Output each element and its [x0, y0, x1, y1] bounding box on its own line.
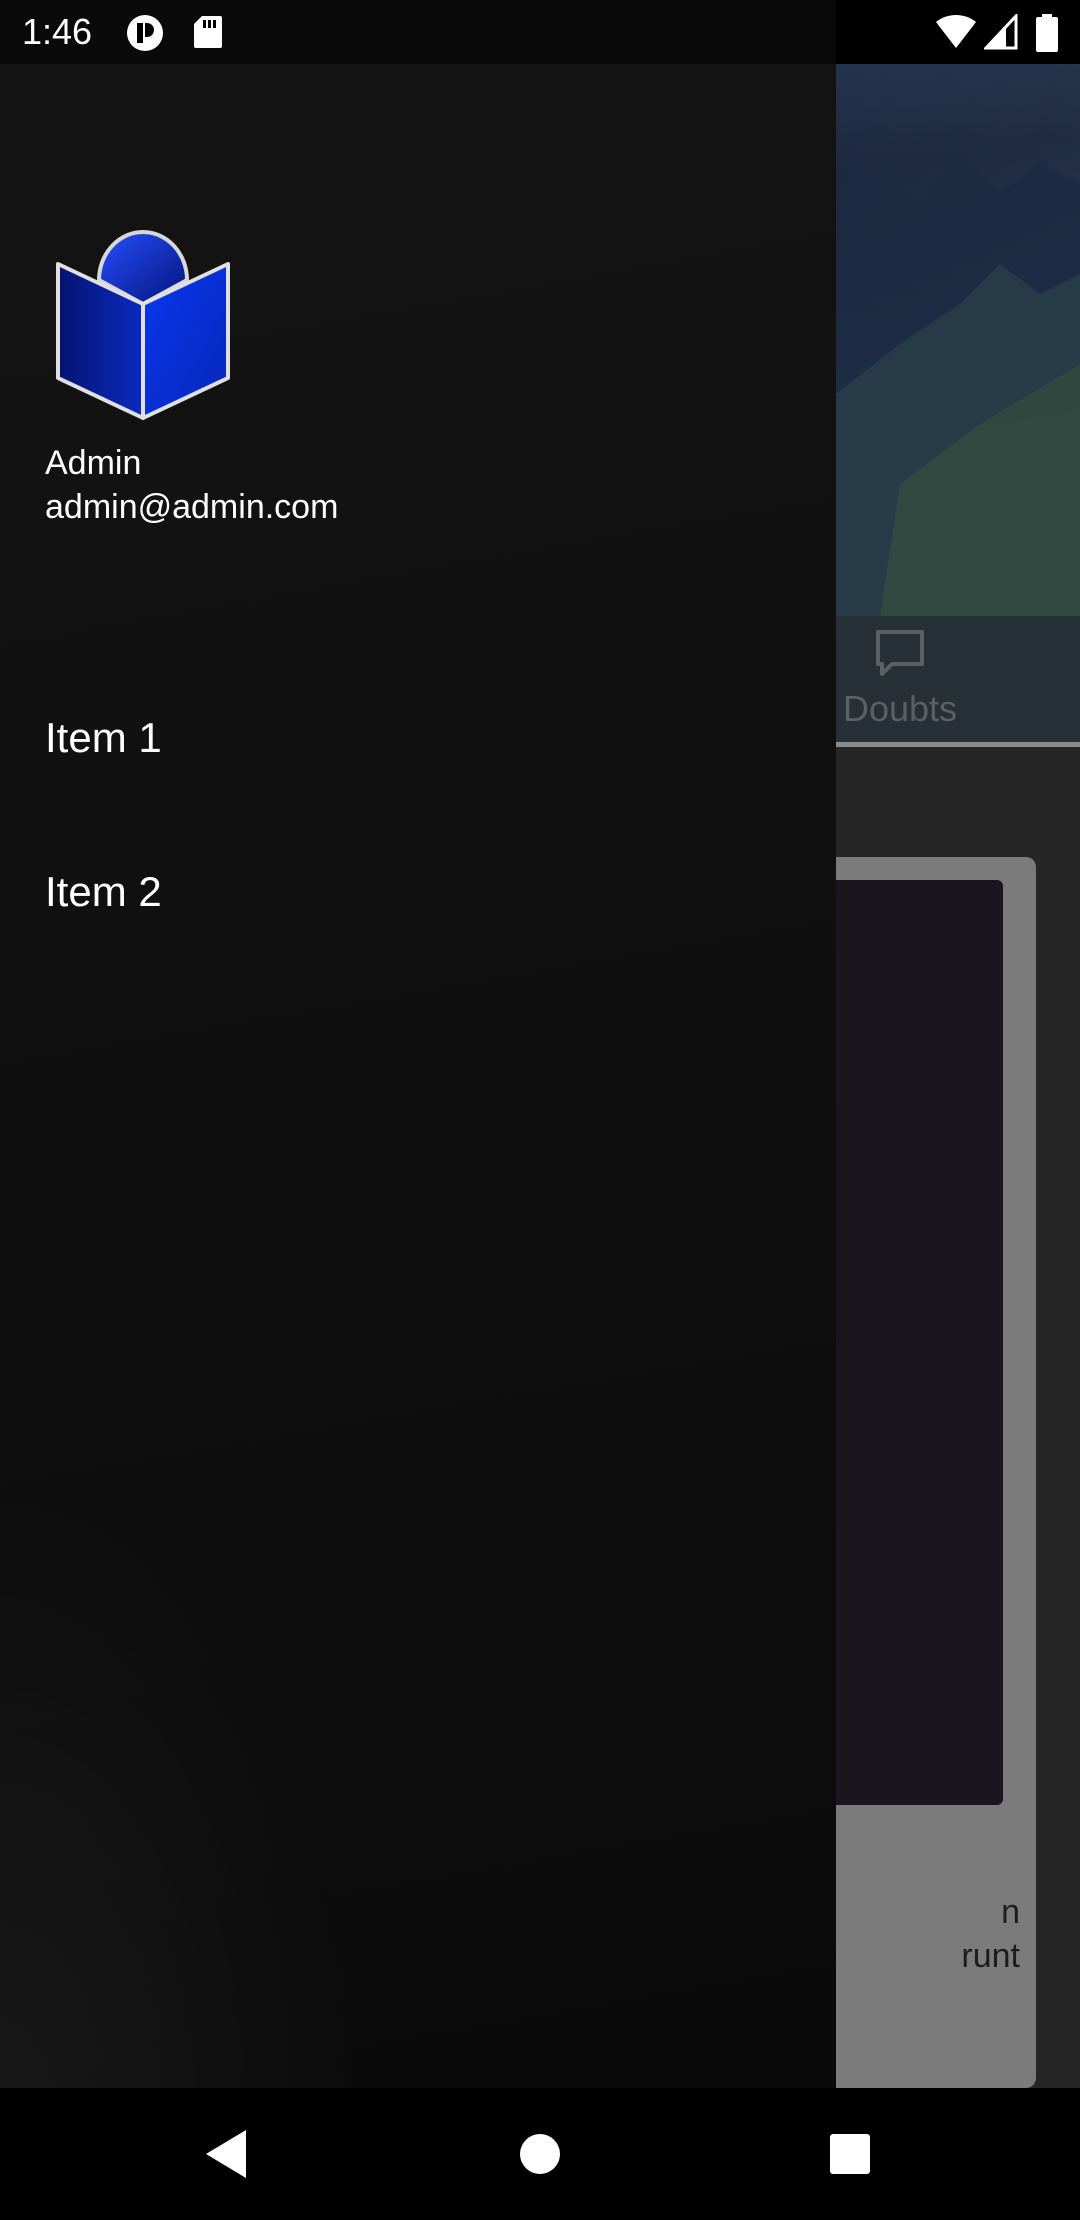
cellular-signal-icon [984, 14, 1018, 50]
user-name: Admin [45, 444, 142, 482]
drawer-item-1[interactable]: Item 1 [0, 672, 836, 800]
drawer-header: Admin admin@admin.com [0, 64, 836, 544]
avatar [56, 230, 230, 420]
navigation-drawer: Admin admin@admin.com Item 1 Item 2 [0, 64, 836, 2088]
clock: 1:46 [22, 11, 93, 52]
drawer-item-label: Item 2 [45, 868, 162, 915]
tab-doubts[interactable]: Doubts [820, 616, 980, 742]
sd-card-icon [194, 16, 222, 48]
user-email: admin@admin.com [45, 488, 339, 526]
drawer-item-label: Item 1 [45, 714, 162, 761]
battery-icon [1036, 14, 1058, 52]
recents-square-icon[interactable] [818, 2122, 882, 2186]
status-bar: 1:46 [0, 0, 1080, 64]
notification-app-icon [127, 15, 163, 51]
back-triangle-icon[interactable] [196, 2122, 260, 2186]
chat-bubble-icon [876, 630, 924, 676]
system-nav-bar [0, 2088, 1080, 2220]
screen: s Doubts n runt [0, 0, 1080, 2220]
home-circle-icon[interactable] [508, 2122, 572, 2186]
tab-doubts-label: Doubts [842, 688, 958, 729]
drawer-item-2[interactable]: Item 2 [0, 826, 836, 954]
wifi-icon [936, 14, 976, 49]
